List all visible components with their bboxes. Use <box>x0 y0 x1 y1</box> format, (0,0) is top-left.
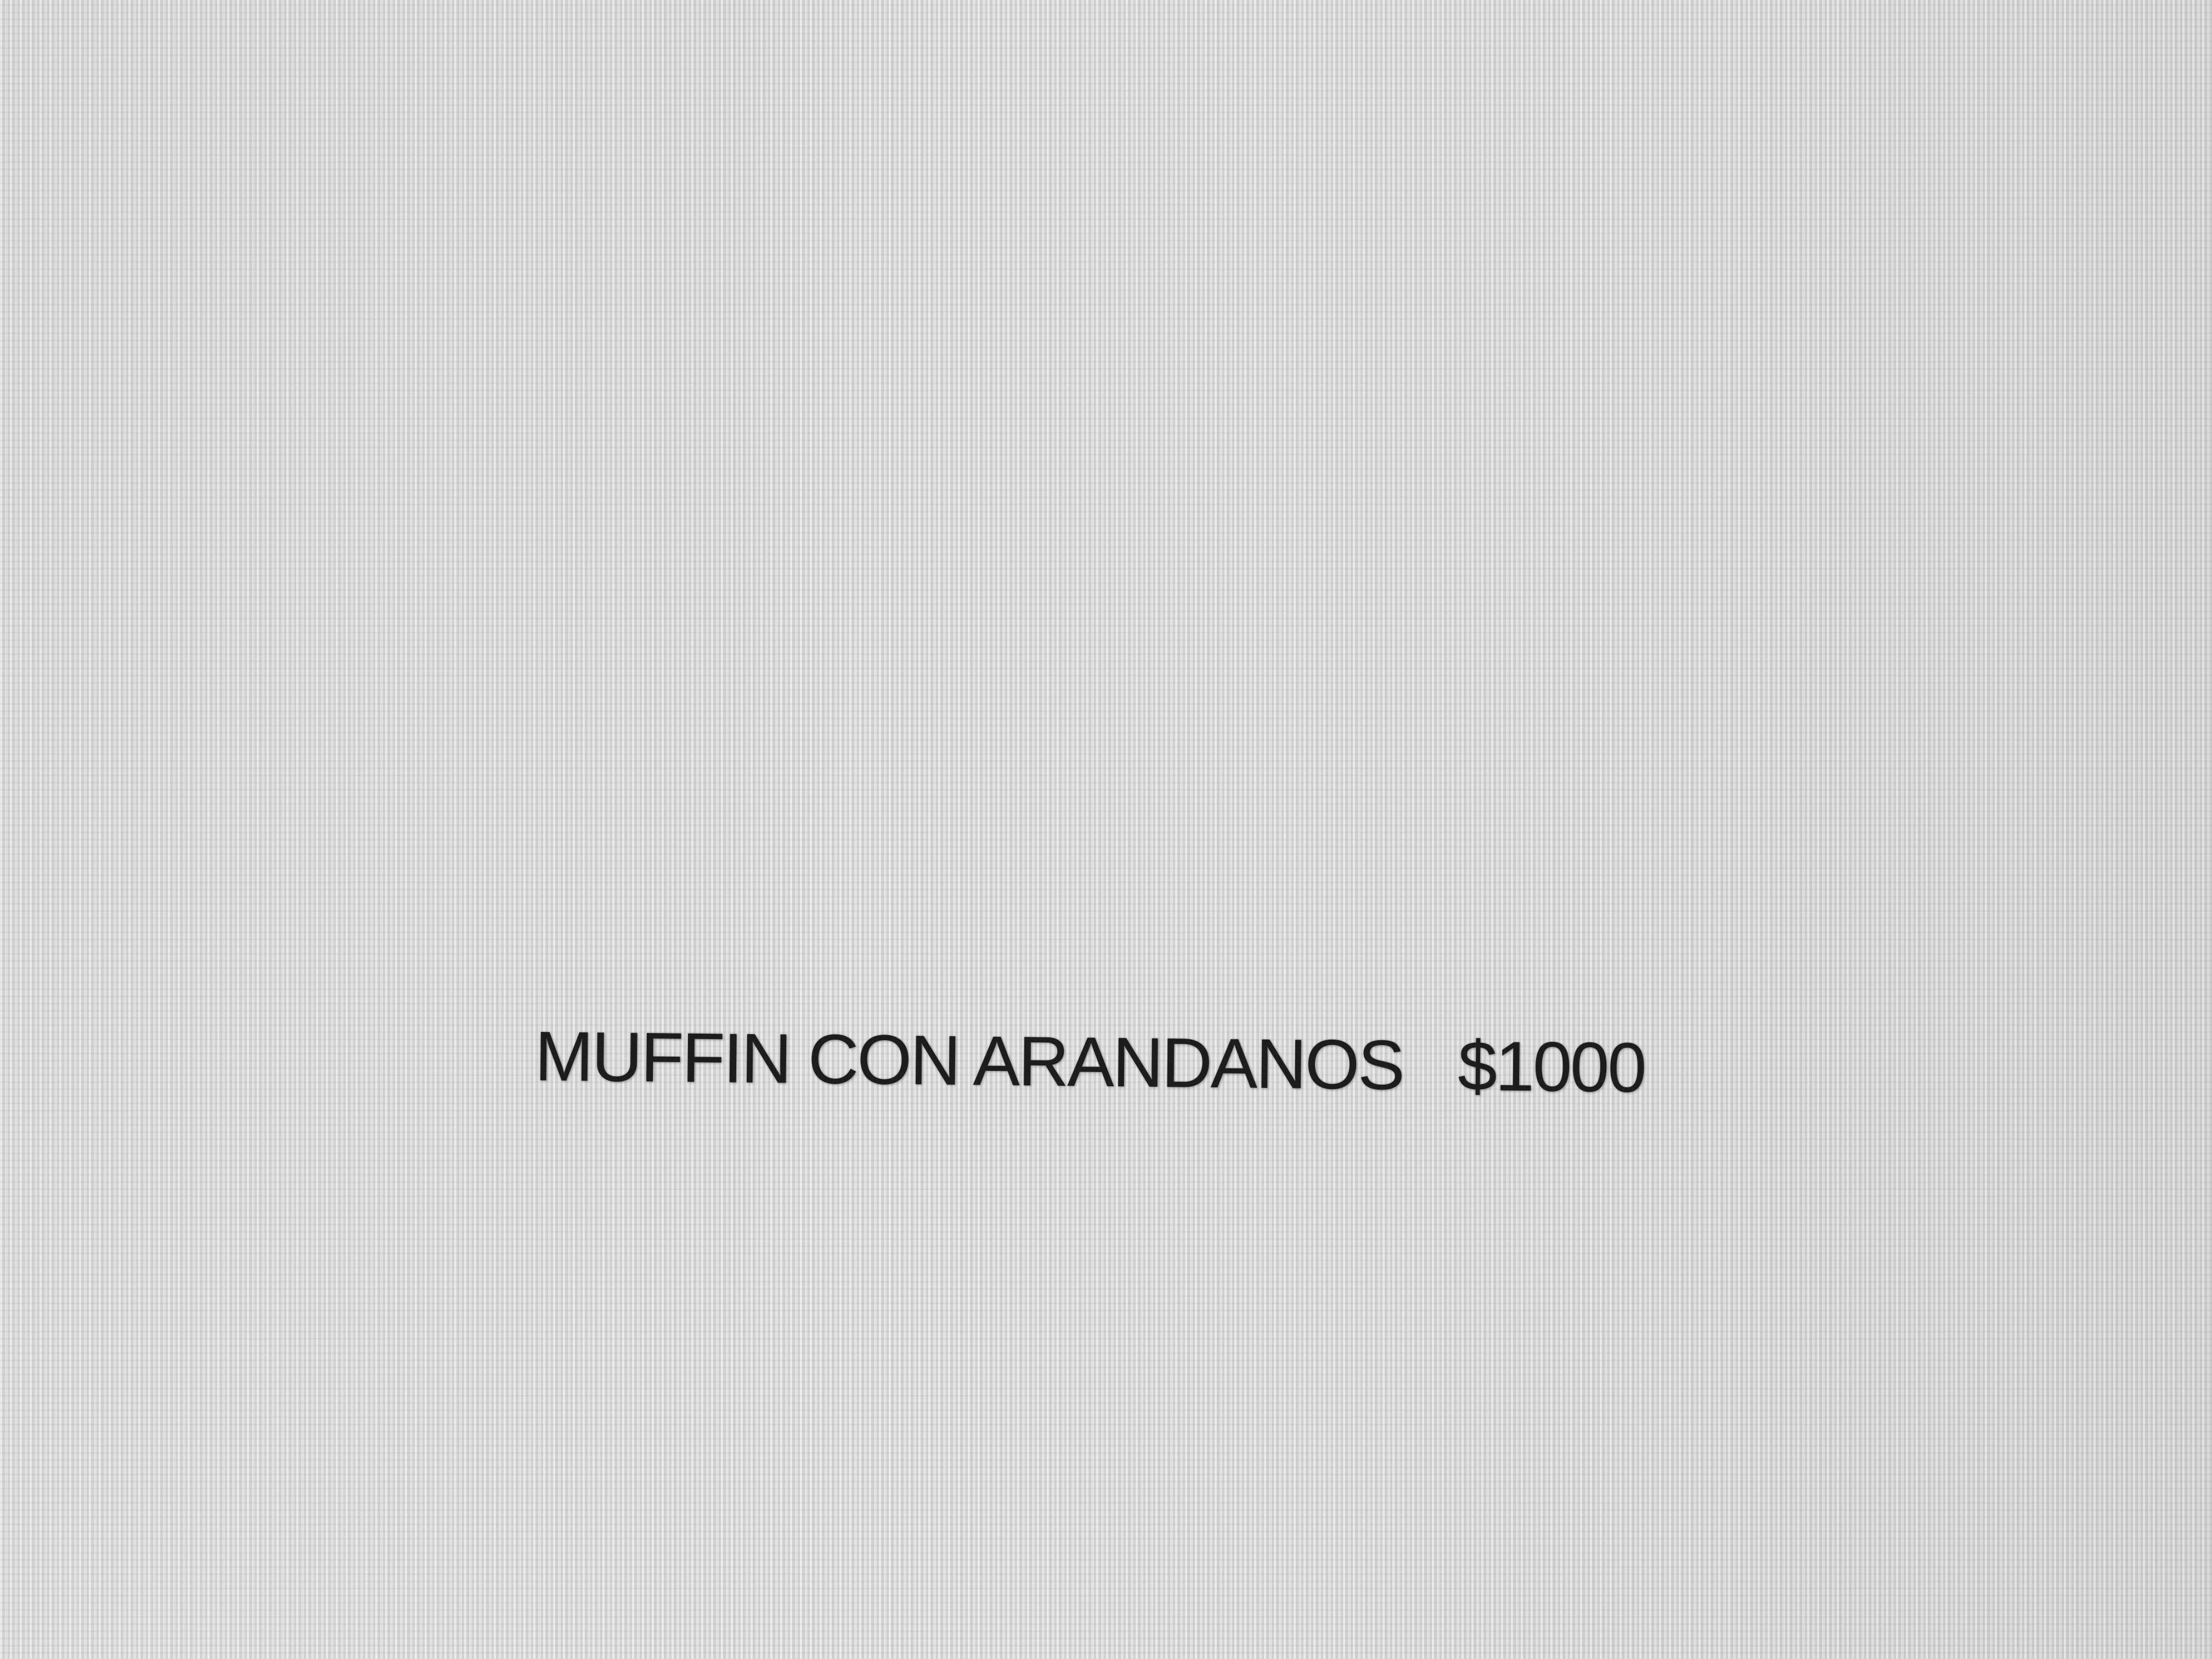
menu-item-line: MUFFIN CON ARANDANOS $1000 <box>534 1016 1645 1108</box>
menu-item-name: MUFFIN CON ARANDANOS <box>534 1017 1404 1105</box>
screen-background: MUFFIN CON ARANDANOS $1000 <box>0 0 2212 1659</box>
menu-item-price: $1000 <box>1457 1026 1646 1108</box>
